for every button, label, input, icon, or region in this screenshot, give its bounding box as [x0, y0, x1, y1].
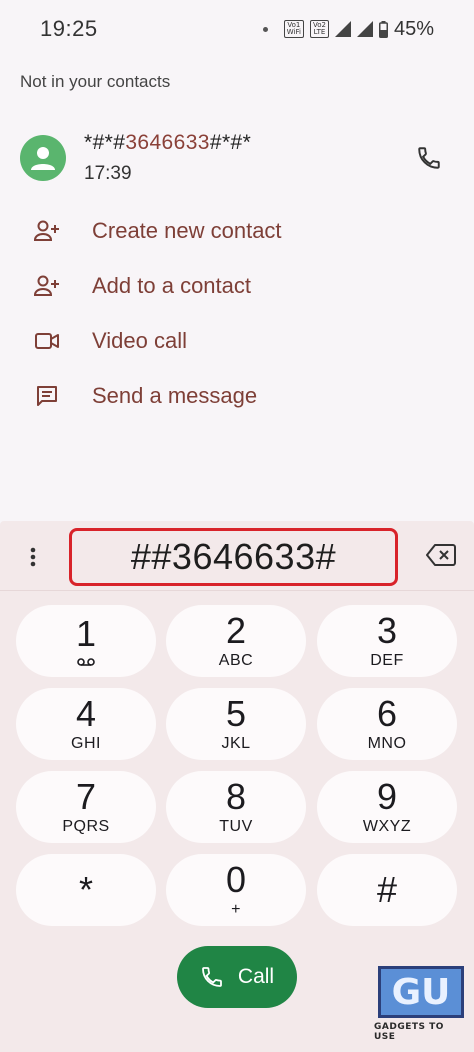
add-to-contact-action[interactable]: Add to a contact: [32, 266, 251, 306]
battery-percent: 45%: [393, 17, 434, 40]
key-digit: 9: [376, 776, 398, 817]
status-icons: Vo1 WiFi Vo2 LTE 45%: [262, 17, 434, 41]
dialpad-key-7[interactable]: 7 PQRS: [16, 771, 156, 843]
key-letters: +: [231, 901, 241, 918]
number-prefix: *#*#: [84, 131, 126, 154]
key-letters: DEF: [370, 652, 404, 669]
status-bar: 19:25 Vo1 WiFi Vo2 LTE 45%: [0, 0, 474, 58]
battery-icon: [378, 20, 388, 38]
number-suffix: #*#*: [209, 131, 252, 154]
key-letters: TUV: [219, 818, 253, 835]
create-new-contact-label: Create new contact: [92, 218, 282, 243]
dialpad-key-6[interactable]: 6 MNO: [317, 688, 457, 760]
add-to-contact-label: Add to a contact: [92, 273, 251, 298]
send-message-label: Send a message: [92, 383, 258, 408]
notification-dot-icon: [262, 26, 268, 32]
key-letters: JKL: [221, 735, 251, 752]
person-icon: [31, 147, 55, 170]
key-letters: MNO: [367, 735, 407, 752]
key-letters: PQRS: [62, 818, 110, 835]
key-digit: 7: [75, 776, 97, 817]
dialpad-key-2[interactable]: 2 ABC: [166, 605, 306, 677]
send-message-action[interactable]: Send a message: [32, 376, 257, 416]
volte-lte-icon: Vo2 LTE: [309, 20, 329, 38]
key-digit: 8: [225, 776, 247, 817]
key-digit: 0: [225, 859, 247, 900]
watermark: GU GADGETS TO USE: [374, 966, 468, 1048]
add-person-icon: [32, 216, 62, 246]
phone-icon[interactable]: [416, 145, 442, 171]
dialpad-key-star[interactable]: *: [16, 854, 156, 926]
key-digit: 4: [75, 693, 97, 734]
backspace-icon[interactable]: [426, 543, 456, 567]
digits-bar: ##3646633#: [0, 521, 474, 591]
contact-number: *#*#3646633#*#*: [84, 131, 251, 155]
videocam-icon: [32, 326, 62, 356]
key-digit: 1: [75, 613, 97, 654]
watermark-logo: GU: [378, 966, 464, 1018]
call-button[interactable]: Call: [177, 946, 297, 1008]
key-letters: WXYZ: [362, 818, 412, 835]
signal-icon-2: [356, 21, 373, 37]
call-time: 17:39: [84, 163, 132, 184]
key-letters: ABC: [218, 652, 254, 669]
dialed-digits-field[interactable]: ##3646633#: [69, 528, 398, 586]
number-highlight: 3646633: [125, 131, 210, 154]
key-digit: #: [376, 869, 398, 910]
recent-call-row[interactable]: *#*#3646633#*#* 17:39: [20, 120, 454, 196]
phone-icon: [202, 967, 222, 987]
dialpad-key-0[interactable]: 0 +: [166, 854, 306, 926]
add-person-icon: [32, 271, 62, 301]
dialpad-key-8[interactable]: 8 TUV: [166, 771, 306, 843]
watermark-text: GADGETS TO USE: [374, 1022, 444, 1042]
dialpad-key-5[interactable]: 5 JKL: [166, 688, 306, 760]
avatar: [20, 135, 66, 181]
key-digit: 3: [376, 610, 398, 651]
dialpad-key-3[interactable]: 3 DEF: [317, 605, 457, 677]
dialpad-key-hash[interactable]: #: [317, 854, 457, 926]
volte-wifi-icon: Vo1 WiFi: [283, 20, 304, 38]
video-call-label: Video call: [92, 328, 187, 353]
dialpad-key-1[interactable]: 1: [16, 605, 156, 677]
message-icon: [32, 381, 62, 411]
signal-icon: [334, 21, 351, 37]
key-digit: 2: [225, 610, 247, 651]
key-digit: 6: [376, 693, 398, 734]
section-header: Not in your contacts: [20, 72, 171, 91]
dialpad-key-4[interactable]: 4 GHI: [16, 688, 156, 760]
call-button-label: Call: [237, 965, 275, 988]
dialpad-key-9[interactable]: 9 WXYZ: [317, 771, 457, 843]
status-time: 19:25: [40, 16, 98, 41]
key-digit: *: [78, 869, 93, 910]
video-call-action[interactable]: Video call: [32, 321, 187, 361]
create-new-contact-action[interactable]: Create new contact: [32, 211, 282, 251]
key-letters: GHI: [71, 735, 101, 752]
key-digit: 5: [225, 693, 247, 734]
voicemail-icon: [77, 658, 95, 666]
more-vert-icon[interactable]: [22, 546, 44, 568]
